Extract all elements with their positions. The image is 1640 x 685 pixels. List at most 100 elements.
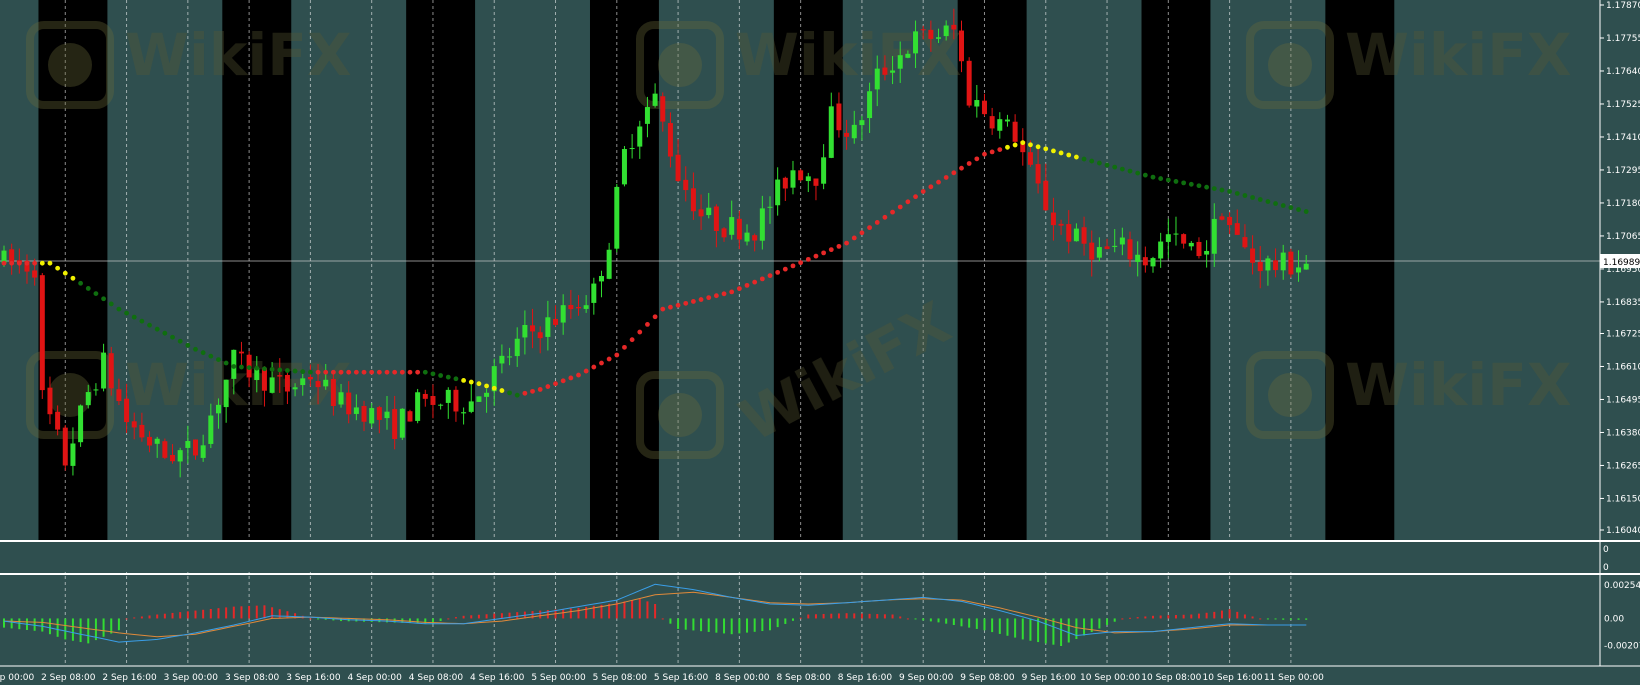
bear-candle — [124, 398, 130, 423]
bear-candle — [315, 381, 321, 388]
histogram-bar — [615, 602, 618, 619]
histogram-bar — [1259, 618, 1262, 620]
ma-dot — [507, 390, 512, 396]
price-tick-label: 1.17525 — [1606, 100, 1640, 110]
ma-dot — [851, 235, 857, 241]
bear-candle — [959, 30, 964, 62]
ma-dot — [629, 337, 635, 343]
ma-dot — [55, 265, 61, 271]
bear-candle — [55, 411, 61, 430]
histogram-bar — [1167, 615, 1170, 619]
ma-dot — [1288, 205, 1294, 210]
bull-candle — [1073, 228, 1079, 242]
bull-candle — [775, 179, 781, 206]
histogram-bar — [1197, 613, 1200, 619]
histogram-bar — [186, 611, 189, 619]
histogram-bar — [1182, 614, 1185, 619]
bull-candle — [744, 232, 750, 242]
bear-candle — [1196, 241, 1202, 257]
bear-candle — [1027, 152, 1033, 165]
histogram-bar — [386, 618, 388, 623]
bear-candle — [1219, 216, 1225, 220]
histogram-bar — [1060, 618, 1063, 646]
bear-candle — [193, 439, 198, 456]
ma-dot — [805, 256, 811, 262]
ma-dot — [790, 263, 796, 269]
bear-candle — [1181, 234, 1187, 244]
bear-candle — [131, 421, 137, 428]
bull-candle — [943, 25, 949, 37]
histogram-bar — [661, 618, 664, 620]
forex-chart[interactable]: WikiFX WikiFX WikiFX WikiFX WikiFX WikiF… — [0, 0, 1640, 685]
time-tick-label: 9 Sep 00:00 — [899, 673, 954, 683]
bull-candle — [1204, 250, 1210, 255]
ma-dot — [300, 369, 306, 375]
ma-dot — [637, 329, 643, 335]
bear-candle — [162, 441, 168, 458]
ma-dot — [9, 260, 15, 266]
bull-candle — [767, 206, 773, 208]
bull-candle — [897, 55, 903, 69]
ma-dot — [844, 240, 849, 246]
ma-dot — [254, 365, 260, 371]
histogram-bar — [493, 613, 496, 619]
ma-dot — [131, 314, 137, 320]
histogram-bar — [991, 618, 994, 633]
watermark-text: WikiFX — [1345, 21, 1572, 89]
bull-candle — [1165, 234, 1171, 242]
bear-candle — [667, 123, 673, 157]
bear-candle — [568, 304, 574, 310]
histogram-bar — [684, 618, 687, 630]
ma-dot — [1234, 191, 1240, 196]
histogram-bar — [462, 615, 465, 619]
histogram-bar — [791, 618, 794, 621]
bear-candle — [453, 389, 459, 412]
session-band — [406, 0, 476, 540]
histogram-bar — [776, 618, 779, 628]
watermark-text: WikiFX — [1345, 351, 1572, 419]
histogram-bar — [309, 618, 312, 620]
bear-candle — [261, 368, 267, 391]
ma-dot — [361, 369, 367, 375]
histogram-bar — [485, 614, 488, 619]
ma-dot — [1173, 179, 1179, 184]
histogram-bar — [1228, 609, 1231, 619]
histogram-bar — [1014, 618, 1017, 638]
bear-candle — [1257, 262, 1263, 272]
ma-dot — [652, 314, 658, 320]
bear-candle — [430, 396, 436, 405]
ma-dot — [1273, 201, 1278, 206]
histogram-bar — [608, 603, 611, 619]
time-tick-label: 11 Sep 00:00 — [1264, 673, 1324, 683]
ma-dot — [729, 289, 735, 295]
histogram-bar — [1220, 610, 1223, 619]
ma-dot — [323, 369, 329, 375]
histogram-bar — [1113, 618, 1116, 622]
histogram-bar — [569, 608, 572, 619]
bull-candle — [1158, 241, 1164, 259]
price-tick-label: 1.16265 — [1606, 461, 1640, 471]
ma-dot — [315, 369, 321, 375]
histogram-bar — [914, 618, 917, 620]
ma-dot — [1005, 144, 1010, 150]
histogram-bar — [48, 618, 51, 635]
bear-candle — [422, 393, 428, 399]
ma-dot — [185, 342, 191, 348]
ma-dot — [514, 392, 520, 398]
ma-dot — [982, 151, 987, 157]
bear-candle — [1273, 260, 1279, 271]
ma-dot — [706, 295, 712, 301]
ma-dot — [269, 366, 275, 372]
bear-candle — [1127, 239, 1133, 260]
ma-dot — [453, 376, 459, 382]
histogram-bar — [998, 618, 1001, 634]
bear-candle — [376, 407, 382, 420]
histogram-bar — [738, 618, 741, 634]
oscillator-tick-label: -0.002073 — [1604, 642, 1640, 652]
ma-dot — [1265, 199, 1271, 204]
histogram-bar — [845, 613, 848, 619]
ma-dot — [928, 184, 934, 190]
time-tick-label: 9 Sep 08:00 — [960, 673, 1015, 683]
bull-candle — [997, 119, 1003, 131]
ma-dot — [1211, 186, 1217, 192]
